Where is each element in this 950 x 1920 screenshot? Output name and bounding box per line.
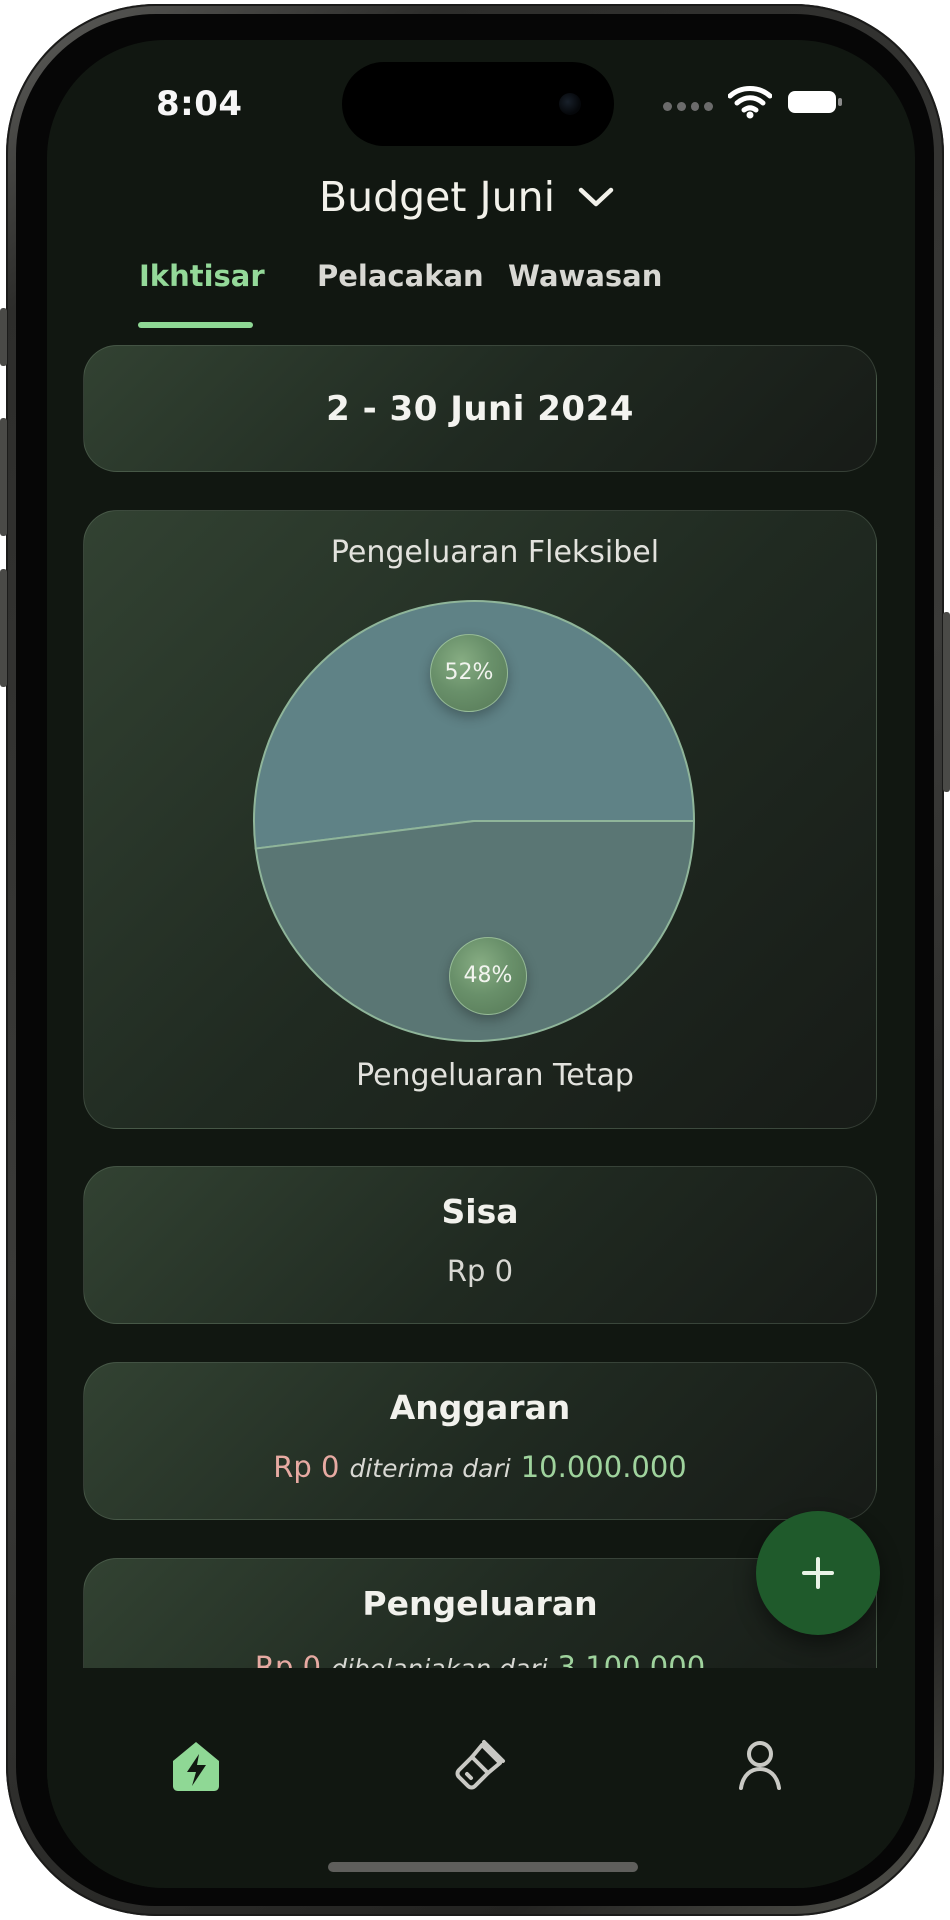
- volume-up-button: [0, 418, 7, 536]
- home-bolt-icon[interactable]: [165, 1734, 227, 1796]
- budget-total-amount: 10.000.000: [520, 1450, 687, 1484]
- budget-summary: Rp 0 diterima dari 10.000.000: [84, 1447, 876, 1489]
- phone-frame: 8:04 Budget Juni Ikhtisar Pelacakan Wawa: [0, 4, 950, 1916]
- flexible-percent-badge: 52%: [430, 634, 508, 712]
- battery-icon: [788, 91, 842, 113]
- wifi-icon: [728, 86, 772, 119]
- tab-wawasan[interactable]: Wawasan: [508, 246, 662, 306]
- top-tabs: Ikhtisar Pelacakan Wawasan: [138, 246, 778, 326]
- budget-card[interactable]: Anggaran Rp 0 diterima dari 10.000.000: [83, 1362, 877, 1520]
- add-button[interactable]: [756, 1511, 880, 1635]
- chevron-down-icon[interactable]: [577, 185, 615, 209]
- cellular-signal-icon: [663, 102, 713, 114]
- volume-down-button: [0, 569, 7, 687]
- period-label: 2 - 30 Juni 2024: [326, 389, 634, 429]
- plus-icon: [802, 1557, 834, 1589]
- flexible-expenses-label: Pengeluaran Fleksibel: [330, 535, 660, 570]
- bottom-navigation: [47, 1668, 915, 1888]
- silent-switch: [0, 308, 7, 366]
- fixed-expenses-label: Pengeluaran Tetap: [356, 1058, 634, 1093]
- remaining-title: Sisa: [441, 1192, 519, 1231]
- status-time: 8:04: [156, 84, 243, 124]
- front-camera-icon: [559, 93, 581, 115]
- fixed-percent-badge: 48%: [449, 937, 527, 1015]
- budget-received-text: diterima dari: [349, 1454, 511, 1483]
- tab-pelacakan[interactable]: Pelacakan: [317, 246, 484, 306]
- budget-selector[interactable]: Budget Juni: [277, 167, 657, 227]
- user-icon[interactable]: [729, 1734, 791, 1796]
- power-button: [943, 612, 950, 792]
- home-indicator: [328, 1862, 638, 1872]
- tab-ikhtisar[interactable]: Ikhtisar: [139, 246, 265, 306]
- budget-received-amount: Rp 0: [273, 1450, 340, 1484]
- flashlight-icon[interactable]: [449, 1734, 511, 1796]
- active-tab-indicator: [138, 322, 253, 328]
- remaining-value: Rp 0: [446, 1254, 514, 1288]
- page-title: Budget Juni: [319, 173, 555, 221]
- period-card[interactable]: 2 - 30 Juni 2024: [83, 345, 877, 472]
- remaining-card[interactable]: Sisa Rp 0: [83, 1166, 877, 1324]
- budget-title: Anggaran: [389, 1388, 571, 1427]
- app-screen: 8:04 Budget Juni Ikhtisar Pelacakan Wawa: [47, 40, 915, 1888]
- dynamic-island: [342, 62, 614, 146]
- expense-pie-card: Pengeluaran Fleksibel 52% 48% Pengeluara…: [83, 510, 877, 1129]
